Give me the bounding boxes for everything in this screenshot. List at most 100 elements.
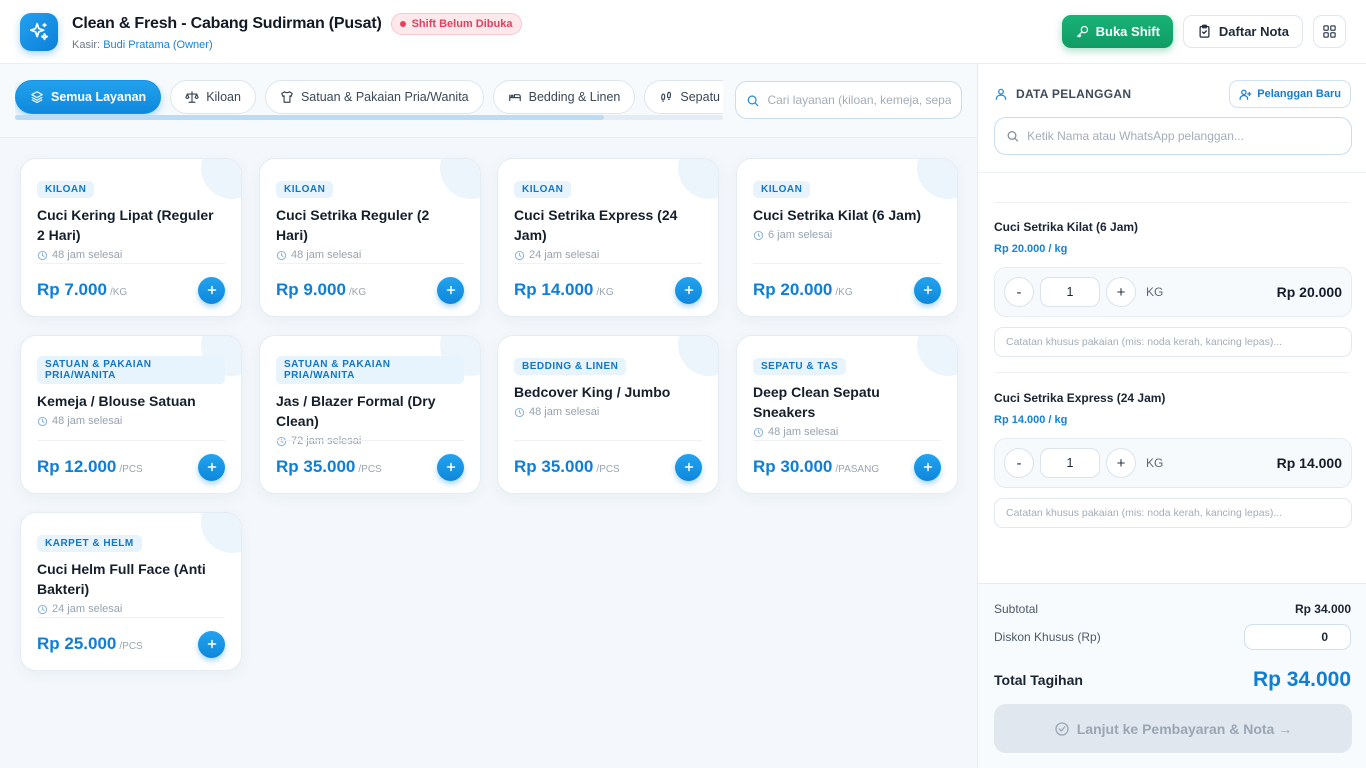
add-service-button[interactable]	[914, 453, 941, 481]
app-logo	[20, 12, 58, 51]
service-duration: 48 jam selesai	[514, 406, 702, 418]
plus-icon	[446, 462, 455, 472]
service-duration: 48 jam selesai	[37, 249, 225, 261]
proceed-to-payment-button[interactable]: Lanjut ke Pembayaran & Nota →	[994, 704, 1352, 753]
service-duration: 24 jam selesai	[514, 249, 702, 261]
open-shift-button[interactable]: Buka Shift	[1061, 15, 1173, 48]
category-badge: BEDDING & LINEN	[514, 358, 627, 375]
plus-icon	[207, 639, 216, 649]
sparkles-icon	[29, 22, 49, 40]
subtotal-value: Rp 34.000	[1294, 602, 1351, 616]
tab-semua-layanan[interactable]: Semua Layanan	[15, 80, 162, 114]
cashier-label: Kasir:	[72, 38, 101, 51]
service-search-box	[735, 81, 962, 119]
decrease-qty-button[interactable]: -	[1004, 277, 1034, 307]
new-customer-button[interactable]: Pelanggan Baru	[1229, 80, 1351, 108]
card-footer: Rp 7.000/KG	[37, 263, 225, 316]
add-service-button[interactable]	[198, 453, 225, 481]
cart-item-rate: Rp 20.000 / kg	[994, 243, 1068, 255]
price-unit: /KG	[596, 286, 614, 298]
service-card[interactable]: KILOAN Cuci Setrika Express (24 Jam) 24 ja…	[497, 158, 719, 317]
quantity-input[interactable]	[1040, 277, 1100, 307]
price-unit: /PCS	[119, 640, 143, 652]
service-duration: 48 jam selesai	[276, 249, 464, 261]
plus-icon	[446, 285, 455, 295]
open-shift-label: Buka Shift	[1095, 24, 1160, 39]
service-card[interactable]: KILOAN Cuci Kering Lipat (Reguler 2 Hari)…	[20, 158, 242, 317]
discount-input[interactable]	[1244, 624, 1351, 650]
card-footer: Rp 25.000/PCS	[37, 617, 225, 670]
service-price: Rp 30.000	[753, 457, 833, 476]
add-service-button[interactable]	[437, 453, 464, 481]
quantity-input[interactable]	[1040, 448, 1100, 478]
footprints-icon	[661, 91, 672, 102]
divider	[978, 172, 1366, 173]
service-card[interactable]: BEDDING & LINEN Bedcover King / Jumbo 48 j…	[497, 335, 719, 494]
clock-icon	[37, 416, 48, 426]
shift-status-text: Shift Belum Dibuka	[411, 17, 513, 30]
service-price: Rp 35.000	[514, 457, 594, 476]
cart-item-name: Cuci Setrika Express (24 Jam)	[994, 391, 1166, 405]
card-footer: Rp 35.000/PCS	[276, 440, 464, 493]
service-card[interactable]: KARPET & HELM Cuci Helm Full Face (Anti B…	[20, 512, 242, 671]
category-badge: KILOAN	[276, 181, 334, 198]
service-search-input[interactable]	[767, 93, 951, 107]
service-name: Deep Clean Sepatu Sneakers	[753, 384, 880, 420]
tab-bedding-linen[interactable]: Bedding & Linen	[492, 80, 636, 114]
plus-icon	[684, 462, 693, 472]
customer-search-input[interactable]	[1027, 129, 1340, 143]
service-card[interactable]: KILOAN Cuci Setrika Reguler (2 Hari) 48 ja…	[259, 158, 481, 317]
garment-note-input[interactable]	[994, 327, 1352, 357]
category-badge: SATUAN & PAKAIAN PRIA/WANITA	[276, 356, 464, 384]
cashier-info: Kasir: Budi Pratama (Owner)	[72, 39, 522, 51]
tab-label: Semua Layanan	[51, 90, 147, 104]
service-card[interactable]: SATUAN & PAKAIAN PRIA/WANITA Jas / Blazer…	[259, 335, 481, 494]
cart-item-total: Rp 14.000	[1276, 455, 1342, 471]
shift-status-badge: Shift Belum Dibuka	[390, 12, 523, 35]
add-service-button[interactable]	[198, 276, 225, 304]
tab-label: Bedding & Linen	[528, 90, 621, 104]
scale-icon	[185, 91, 199, 103]
service-card[interactable]: SEPATU & TAS Deep Clean Sepatu Sneakers 48…	[736, 335, 958, 494]
apps-menu-button[interactable]	[1313, 15, 1346, 48]
tab-satuan-pakaian[interactable]: Satuan & Pakaian Pria/Wanita	[264, 80, 484, 114]
add-service-button[interactable]	[437, 276, 464, 304]
service-duration: 24 jam selesai	[37, 603, 225, 615]
card-footer: Rp 30.000/PASANG	[753, 440, 941, 493]
garment-note-input[interactable]	[994, 498, 1352, 528]
clock-icon	[753, 230, 764, 240]
total-value: Rp 34.000	[1252, 668, 1351, 691]
service-card[interactable]: SATUAN & PAKAIAN PRIA/WANITA Kemeja / Blo…	[20, 335, 242, 494]
price-unit: /PCS	[358, 463, 382, 475]
add-service-button[interactable]	[675, 453, 702, 481]
page-title: Clean & Fresh - Cabang Sudirman (Pusat)	[72, 14, 382, 32]
receipt-list-button[interactable]: Daftar Nota	[1182, 15, 1303, 48]
clipboard-check-icon	[1199, 24, 1210, 38]
user-icon	[995, 88, 1007, 100]
card-decoration	[201, 159, 241, 199]
tab-sepatu-tas[interactable]: Sepatu & Tas	[644, 80, 723, 114]
service-card[interactable]: KILOAN Cuci Setrika Kilat (6 Jam) 6 jam se…	[736, 158, 958, 317]
increase-qty-button[interactable]: +	[1106, 277, 1136, 307]
card-footer: Rp 35.000/PCS	[514, 440, 702, 493]
tab-label: Kiloan	[206, 90, 241, 104]
duration-text: 24 jam selesai	[529, 249, 600, 261]
tabs-scrollbar-thumb[interactable]	[15, 115, 604, 120]
decrease-qty-button[interactable]: -	[1004, 448, 1034, 478]
card-decoration	[917, 336, 957, 376]
add-service-button[interactable]	[675, 276, 702, 304]
add-service-button[interactable]	[914, 276, 941, 304]
cart-item-name: Cuci Setrika Kilat (6 Jam)	[994, 220, 1139, 234]
quantity-unit: KG	[1146, 456, 1164, 470]
category-badge: SEPATU & TAS	[753, 358, 847, 375]
service-name: Cuci Setrika Kilat (6 Jam)	[753, 207, 922, 223]
tab-kiloan[interactable]: Kiloan	[170, 80, 256, 114]
quantity-stepper: - + KG Rp 14.000	[994, 438, 1352, 488]
increase-qty-button[interactable]: +	[1106, 448, 1136, 478]
duration-text: 6 jam selesai	[768, 229, 833, 241]
add-service-button[interactable]	[198, 630, 225, 658]
price-unit: /PASANG	[835, 463, 880, 475]
plus-icon	[923, 285, 932, 295]
divider	[994, 372, 1350, 373]
card-decoration	[678, 336, 718, 376]
